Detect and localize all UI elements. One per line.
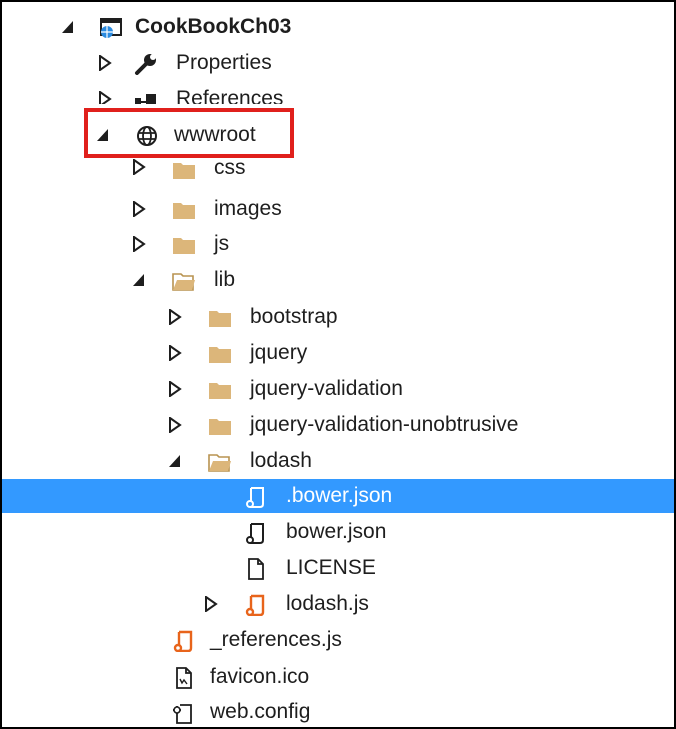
tree-item-js[interactable]: js: [2, 227, 674, 261]
globe-icon: [137, 126, 157, 146]
javascript-file-icon: [173, 630, 193, 652]
expanded-arrow-icon[interactable]: [168, 453, 182, 469]
collapsed-arrow-icon[interactable]: [98, 55, 112, 71]
tree-item-project[interactable]: CookBookCh03: [2, 10, 674, 44]
tree-item-label: favicon.ico: [210, 665, 310, 688]
references-icon: [135, 94, 156, 104]
tree-item-images[interactable]: images: [2, 192, 674, 226]
tree-item-label: jquery: [250, 341, 308, 364]
collapsed-arrow-icon[interactable]: [132, 159, 146, 175]
tree-item-jquery-validation-unobtrusive[interactable]: jquery-validation-unobtrusive: [2, 408, 674, 442]
json-file-icon: [246, 487, 264, 508]
tree-item-lib[interactable]: lib: [2, 263, 674, 297]
tree-item-references[interactable]: References: [2, 82, 674, 104]
tree-item-label: Properties: [176, 51, 272, 74]
tree-item-label: jquery-validation: [250, 377, 403, 400]
tree-item-web-config[interactable]: web.config: [2, 695, 674, 729]
tree-item-label: lodash.js: [286, 592, 369, 615]
tree-item-bootstrap[interactable]: bootstrap: [2, 300, 674, 334]
tree-item-jquery-validation[interactable]: jquery-validation: [2, 372, 674, 406]
tree-item-jquery[interactable]: jquery: [2, 336, 674, 370]
tree-item-label: images: [214, 197, 282, 220]
collapsed-arrow-icon[interactable]: [168, 309, 182, 325]
folder-icon: [209, 419, 231, 435]
tree-item-label: css: [214, 156, 246, 179]
collapsed-arrow-icon[interactable]: [168, 381, 182, 397]
tree-item-lodash[interactable]: lodash: [2, 444, 674, 478]
image-file-icon: [176, 667, 192, 689]
config-file-icon: [173, 704, 192, 724]
folder-icon: [173, 238, 195, 254]
tree-item-dot-bower-json[interactable]: .bower.json: [2, 479, 674, 513]
tree-item-label: lodash: [250, 449, 312, 472]
expanded-arrow-icon[interactable]: [132, 272, 146, 288]
tree-item-label: CookBookCh03: [135, 15, 292, 38]
collapsed-arrow-icon[interactable]: [132, 236, 146, 252]
json-file-icon: [246, 523, 264, 544]
collapsed-arrow-icon[interactable]: [204, 596, 218, 612]
file-icon: [248, 558, 264, 580]
tree-item-css[interactable]: css: [2, 156, 674, 186]
tree-item-favicon[interactable]: favicon.ico: [2, 660, 674, 694]
collapsed-arrow-icon[interactable]: [132, 201, 146, 217]
tree-item-label: LICENSE: [286, 556, 376, 579]
tree-item-label: References: [176, 87, 284, 104]
tree-item-label: wwwroot: [174, 123, 256, 146]
tree-item-label: _references.js: [210, 628, 342, 651]
web-project-icon: [100, 18, 122, 38]
open-folder-icon: [172, 273, 195, 291]
folder-icon: [209, 383, 231, 399]
tree-item-properties[interactable]: Properties: [2, 46, 674, 80]
tree-item-label: bootstrap: [250, 305, 338, 328]
javascript-file-icon: [245, 594, 265, 616]
tree-item-label: lib: [214, 268, 236, 291]
folder-icon: [173, 203, 195, 219]
tree-item-license[interactable]: LICENSE: [2, 551, 674, 585]
tree-item-label: bower.json: [286, 520, 387, 543]
folder-icon: [173, 163, 195, 179]
expanded-arrow-icon[interactable]: [96, 127, 110, 143]
tree-item-label: js: [214, 232, 230, 255]
tree-item-label: .bower.json: [286, 484, 393, 507]
tree-item-lodash-js[interactable]: lodash.js: [2, 587, 674, 621]
collapsed-arrow-icon[interactable]: [168, 345, 182, 361]
folder-icon: [209, 311, 231, 327]
collapsed-arrow-icon[interactable]: [168, 417, 182, 433]
tree-item-wwwroot[interactable]: wwwroot: [2, 118, 674, 152]
tree-item-label: jquery-validation-unobtrusive: [250, 413, 519, 436]
collapsed-arrow-icon[interactable]: [98, 91, 112, 104]
wrench-icon: [135, 54, 156, 75]
solution-explorer-tree: CookBookCh03 Properties References wwwro…: [0, 0, 676, 729]
tree-item-label: web.config: [210, 700, 311, 723]
expanded-arrow-icon[interactable]: [61, 19, 75, 35]
tree-item-references-js[interactable]: _references.js: [2, 623, 674, 657]
tree-item-bower-json[interactable]: bower.json: [2, 515, 674, 549]
open-folder-icon: [208, 454, 231, 472]
folder-icon: [209, 347, 231, 363]
